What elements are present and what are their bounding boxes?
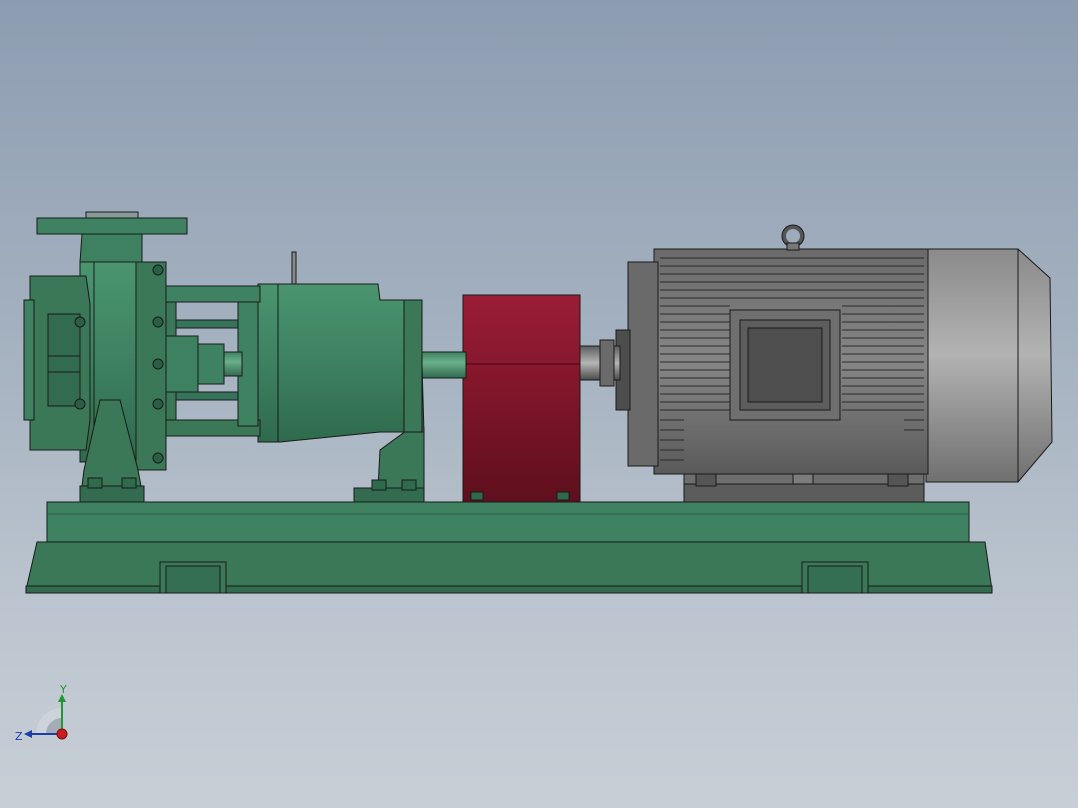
lifting-eye <box>781 224 805 251</box>
bearing-bracket[interactable] <box>165 285 261 437</box>
cad-viewport[interactable]: Y Z <box>0 0 1078 808</box>
bearing-frame[interactable] <box>257 251 425 503</box>
view-orientation-triad-icon[interactable]: Y Z <box>10 684 80 754</box>
baseplate[interactable] <box>25 501 993 594</box>
motor-shaft-flange <box>599 339 615 387</box>
z-axis-label: Z <box>15 730 23 743</box>
y-axis-label: Y <box>59 684 67 696</box>
pump-shaft <box>419 351 467 379</box>
pump-casing[interactable] <box>23 211 188 503</box>
electric-motor[interactable] <box>615 224 1053 503</box>
coupling-guard[interactable] <box>462 294 581 503</box>
pump-assembly-model[interactable] <box>0 0 1078 808</box>
